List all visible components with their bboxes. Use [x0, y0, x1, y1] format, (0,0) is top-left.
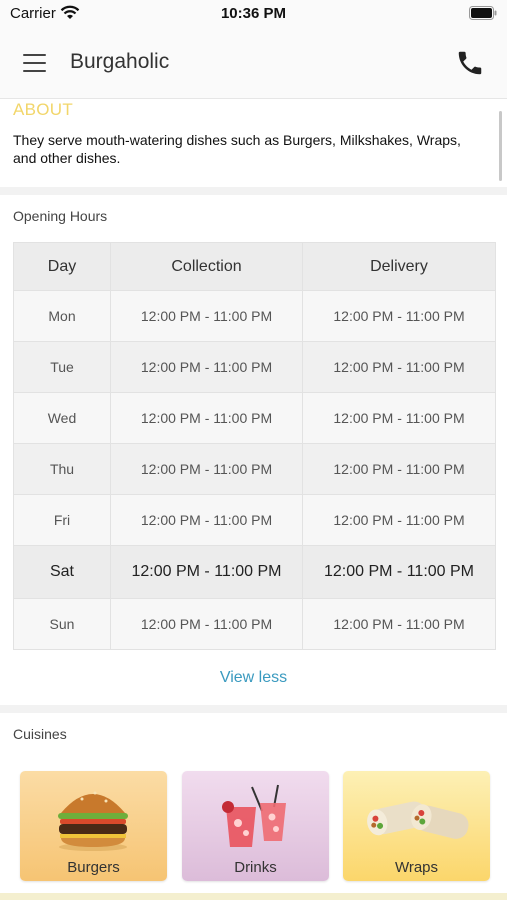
- delivery-hours-cell: 12:00 PM - 11:00 PM: [302, 443, 496, 495]
- status-bar: Carrier 10:36 PM: [0, 0, 507, 28]
- table-row: Tue 12:00 PM - 11:00 PM 12:00 PM - 11:00…: [13, 341, 496, 393]
- collection-hours-cell: 12:00 PM - 11:00 PM: [110, 545, 303, 599]
- table-row: Thu 12:00 PM - 11:00 PM 12:00 PM - 11:00…: [13, 443, 496, 495]
- delivery-hours-cell: 12:00 PM - 11:00 PM: [302, 341, 496, 393]
- cuisine-label: Wraps: [394, 859, 439, 876]
- opening-hours-title: Opening Hours: [13, 208, 108, 224]
- collection-hours-cell: 12:00 PM - 11:00 PM: [110, 392, 303, 444]
- delivery-hours-cell: 12:00 PM - 11:00 PM: [302, 494, 496, 546]
- table-row-today: Sat 12:00 PM - 11:00 PM 12:00 PM - 11:00…: [13, 545, 496, 599]
- opening-hours-table: Day Collection Delivery Mon 12:00 PM - 1…: [13, 242, 496, 650]
- navigation-bar: Burgaholic: [0, 28, 507, 99]
- delivery-hours-cell: 12:00 PM - 11:00 PM: [302, 598, 496, 650]
- delivery-hours-cell: 12:00 PM - 11:00 PM: [302, 290, 496, 342]
- hamburger-line: [23, 62, 46, 64]
- battery-icon: [469, 6, 497, 20]
- hamburger-line: [23, 70, 46, 72]
- collection-hours-cell: 12:00 PM - 11:00 PM: [110, 290, 303, 342]
- day-cell: Wed: [13, 392, 111, 444]
- scroll-indicator[interactable]: [499, 111, 502, 181]
- burger-image: [58, 791, 128, 851]
- about-title: ABOUT: [13, 100, 74, 119]
- cuisine-label: Drinks: [234, 859, 277, 876]
- drinks-image: [222, 784, 286, 847]
- day-cell: Sun: [13, 598, 111, 650]
- day-cell: Thu: [13, 443, 111, 495]
- cuisine-tile-burgers[interactable]: Burgers: [20, 771, 167, 881]
- delivery-hours-cell: 12:00 PM - 11:00 PM: [302, 392, 496, 444]
- phone-icon[interactable]: [455, 48, 485, 78]
- cuisines-section: Cuisines Burgers Drinks Wraps: [0, 713, 507, 893]
- collection-hours-cell: 12:00 PM - 11:00 PM: [110, 443, 303, 495]
- hamburger-menu-icon: [23, 54, 46, 56]
- collection-hours-cell: 12:00 PM - 11:00 PM: [110, 341, 303, 393]
- next-section-edge: [0, 893, 507, 900]
- cuisine-tile-drinks[interactable]: Drinks: [182, 771, 329, 881]
- cuisines-title: Cuisines: [13, 726, 67, 742]
- delivery-hours-cell: 12:00 PM - 11:00 PM: [302, 545, 496, 599]
- day-cell: Sat: [13, 545, 111, 599]
- wraps-image: [367, 801, 469, 839]
- collection-hours-cell: 12:00 PM - 11:00 PM: [110, 494, 303, 546]
- about-section: ABOUT They serve mouth-watering dishes s…: [0, 99, 507, 187]
- cuisine-label: Burgers: [67, 859, 120, 876]
- column-header-collection: Collection: [110, 242, 303, 291]
- day-cell: Tue: [13, 341, 111, 393]
- table-header-row: Day Collection Delivery: [13, 242, 496, 291]
- collection-hours-cell: 12:00 PM - 11:00 PM: [110, 598, 303, 650]
- table-row: Wed 12:00 PM - 11:00 PM 12:00 PM - 11:00…: [13, 392, 496, 444]
- view-less-link[interactable]: View less: [0, 669, 507, 687]
- table-row: Fri 12:00 PM - 11:00 PM 12:00 PM - 11:00…: [13, 494, 496, 546]
- table-row: Sun 12:00 PM - 11:00 PM 12:00 PM - 11:00…: [13, 598, 496, 650]
- menu-button[interactable]: [18, 48, 52, 78]
- column-header-day: Day: [13, 242, 111, 291]
- opening-hours-section: Opening Hours Day Collection Delivery Mo…: [0, 195, 507, 705]
- about-description: They serve mouth-watering dishes such as…: [13, 132, 461, 166]
- cuisine-tile-wraps[interactable]: Wraps: [343, 771, 490, 881]
- table-row: Mon 12:00 PM - 11:00 PM 12:00 PM - 11:00…: [13, 290, 496, 342]
- day-cell: Fri: [13, 494, 111, 546]
- column-header-delivery: Delivery: [302, 242, 496, 291]
- status-time: 10:36 PM: [220, 5, 287, 22]
- day-cell: Mon: [13, 290, 111, 342]
- page-title: Burgaholic: [70, 50, 170, 73]
